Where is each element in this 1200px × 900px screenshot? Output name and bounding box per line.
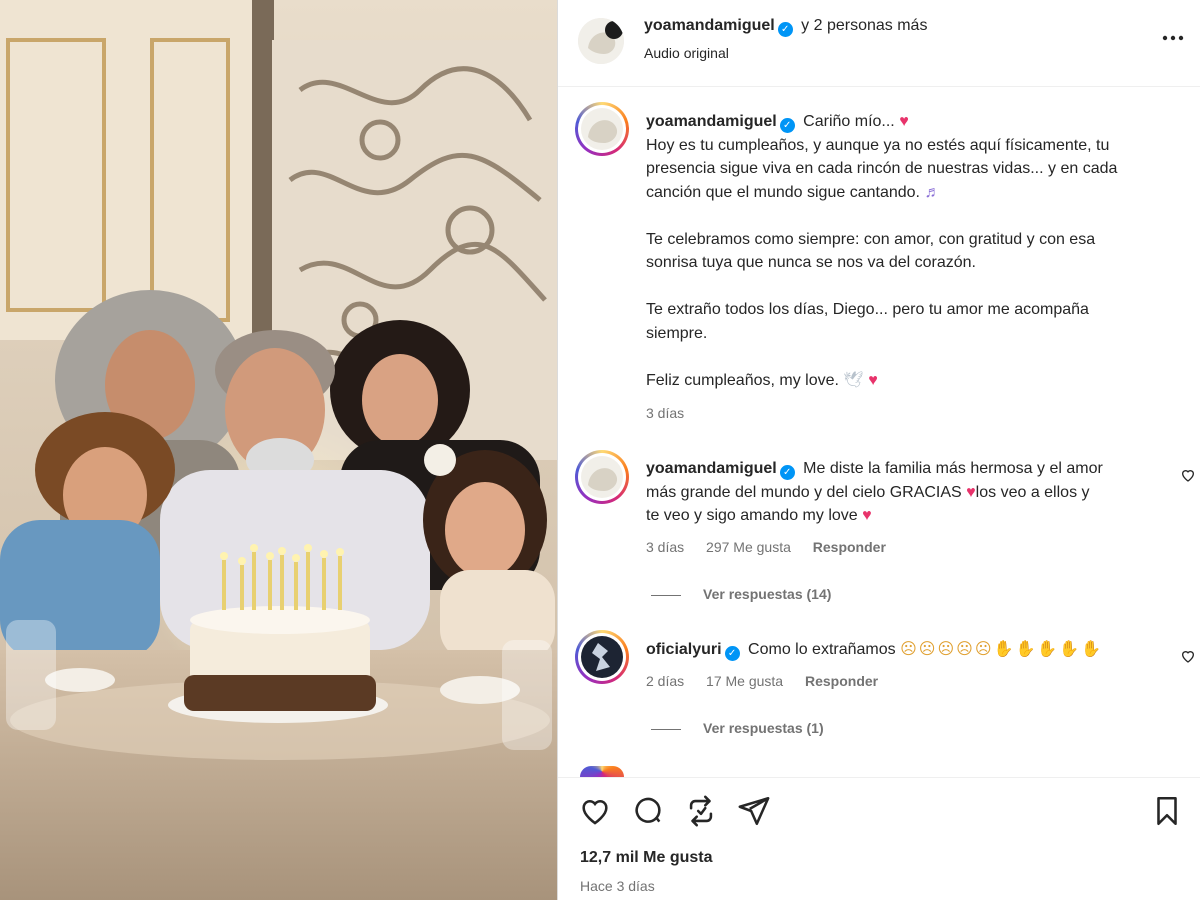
repost-button[interactable]	[684, 794, 718, 828]
verified-icon: ✓	[724, 646, 740, 661]
verified-icon: ✓	[779, 118, 795, 133]
likes-count[interactable]: 12,7 mil Me gusta	[580, 849, 713, 867]
caption-avatar[interactable]	[575, 102, 629, 156]
author-username[interactable]: yoamandamiguel	[644, 17, 775, 34]
share-button[interactable]	[737, 794, 771, 828]
caption-line: siempre.	[646, 324, 708, 342]
praying-hands-emojis: ✋✋✋✋✋	[993, 641, 1104, 658]
comment-icon	[635, 797, 661, 823]
caption-line: Te extraño todos los días, Diego... pero…	[646, 301, 1089, 318]
comment-like-button[interactable]	[1180, 648, 1196, 664]
comment-time: 2 días	[646, 673, 685, 689]
pink-heart-icon: ♥	[899, 113, 909, 130]
family-birthday-photo	[0, 0, 557, 900]
verified-icon: ✓	[777, 22, 793, 37]
reply-button[interactable]: Responder	[813, 539, 886, 555]
audio-link[interactable]: Audio original	[644, 45, 729, 61]
comment-avatar[interactable]	[580, 766, 624, 777]
heart-icon	[1181, 651, 1195, 663]
replies-divider	[651, 594, 681, 596]
comment-avatar[interactable]	[575, 630, 629, 684]
comment-username[interactable]: oficialyuri	[646, 641, 722, 658]
save-button[interactable]	[1150, 794, 1184, 828]
comment-likes[interactable]: 17 Me gusta	[706, 673, 783, 689]
caption-line: canción que el mundo sigue cantando.	[646, 183, 920, 201]
comment-like-button[interactable]	[1180, 467, 1196, 483]
author-avatar[interactable]	[578, 18, 624, 64]
music-notes-icon: ♬	[924, 183, 941, 201]
pink-heart-icon: ♥	[966, 483, 976, 501]
comment-button[interactable]	[631, 794, 665, 828]
coauthors-link[interactable]: y 2 personas más	[801, 17, 927, 34]
sad-face-emojis: ☹☹☹☹☹	[900, 641, 994, 658]
more-options-button[interactable]	[1159, 26, 1187, 50]
caption-line: presencia sigue viva en cada rincón de n…	[646, 160, 1118, 177]
replies-divider	[651, 728, 681, 730]
caption-time: 3 días	[646, 405, 685, 421]
comment-line: Me diste la familia más hermosa y el amo…	[803, 460, 1103, 477]
bookmark-icon	[1157, 796, 1177, 826]
heart-icon	[582, 799, 608, 825]
pink-heart-icon: ♥	[862, 507, 872, 524]
comment-avatar[interactable]	[575, 450, 629, 504]
comment-likes[interactable]: 297 Me gusta	[706, 539, 791, 555]
verified-icon: ✓	[779, 465, 795, 480]
caption-username[interactable]: yoamandamiguel	[646, 113, 777, 130]
action-bar: 12,7 mil Me gusta Hace 3 días	[558, 777, 1200, 900]
comment-line: te veo y sigo amando my love	[646, 507, 858, 524]
view-replies-button[interactable]: Ver respuestas (14)	[651, 586, 831, 602]
caption-line: sonrisa tuya que nunca se nos va del cor…	[646, 254, 976, 271]
pink-heart-icon: ♥	[868, 371, 878, 389]
caption-line: Feliz cumpleaños, my love.	[646, 371, 839, 389]
post-side-panel: yoamandamiguel ✓ y 2 personas más Audio o…	[557, 0, 1200, 900]
like-button[interactable]	[578, 794, 612, 828]
share-icon	[738, 796, 770, 826]
avatar-image	[581, 108, 623, 150]
comment-line: más grande del mundo y del cielo GRACIAS	[646, 483, 962, 501]
dove-icon: 🕊	[843, 371, 864, 389]
comment-time: 3 días	[646, 539, 685, 555]
post-photo[interactable]	[0, 0, 557, 900]
caption-line: Hoy es tu cumpleaños, y aunque ya no est…	[646, 136, 1110, 154]
view-replies-label: Ver respuestas (14)	[703, 586, 832, 602]
caption-line: Cariño mío...	[803, 113, 895, 130]
avatar-image	[578, 18, 624, 64]
avatar-image	[581, 636, 623, 678]
reply-button[interactable]: Responder	[805, 673, 878, 689]
post-header: yoamandamiguel ✓ y 2 personas más Audio o…	[558, 0, 1200, 87]
heart-icon	[1181, 470, 1195, 482]
view-replies-button[interactable]: Ver respuestas (1)	[651, 720, 824, 736]
avatar-image	[581, 456, 623, 498]
comment-text: Como lo extrañamos	[748, 641, 896, 658]
comment-username[interactable]: yoamandamiguel	[646, 460, 777, 477]
view-replies-label: Ver respuestas (1)	[703, 720, 824, 736]
more-icon	[1162, 35, 1184, 41]
repost-icon	[689, 795, 713, 827]
post-date: Hace 3 días	[580, 878, 655, 894]
caption-line: Te celebramos como siempre: con amor, co…	[646, 230, 1096, 248]
comment-line: los veo a ellos y	[975, 483, 1090, 501]
